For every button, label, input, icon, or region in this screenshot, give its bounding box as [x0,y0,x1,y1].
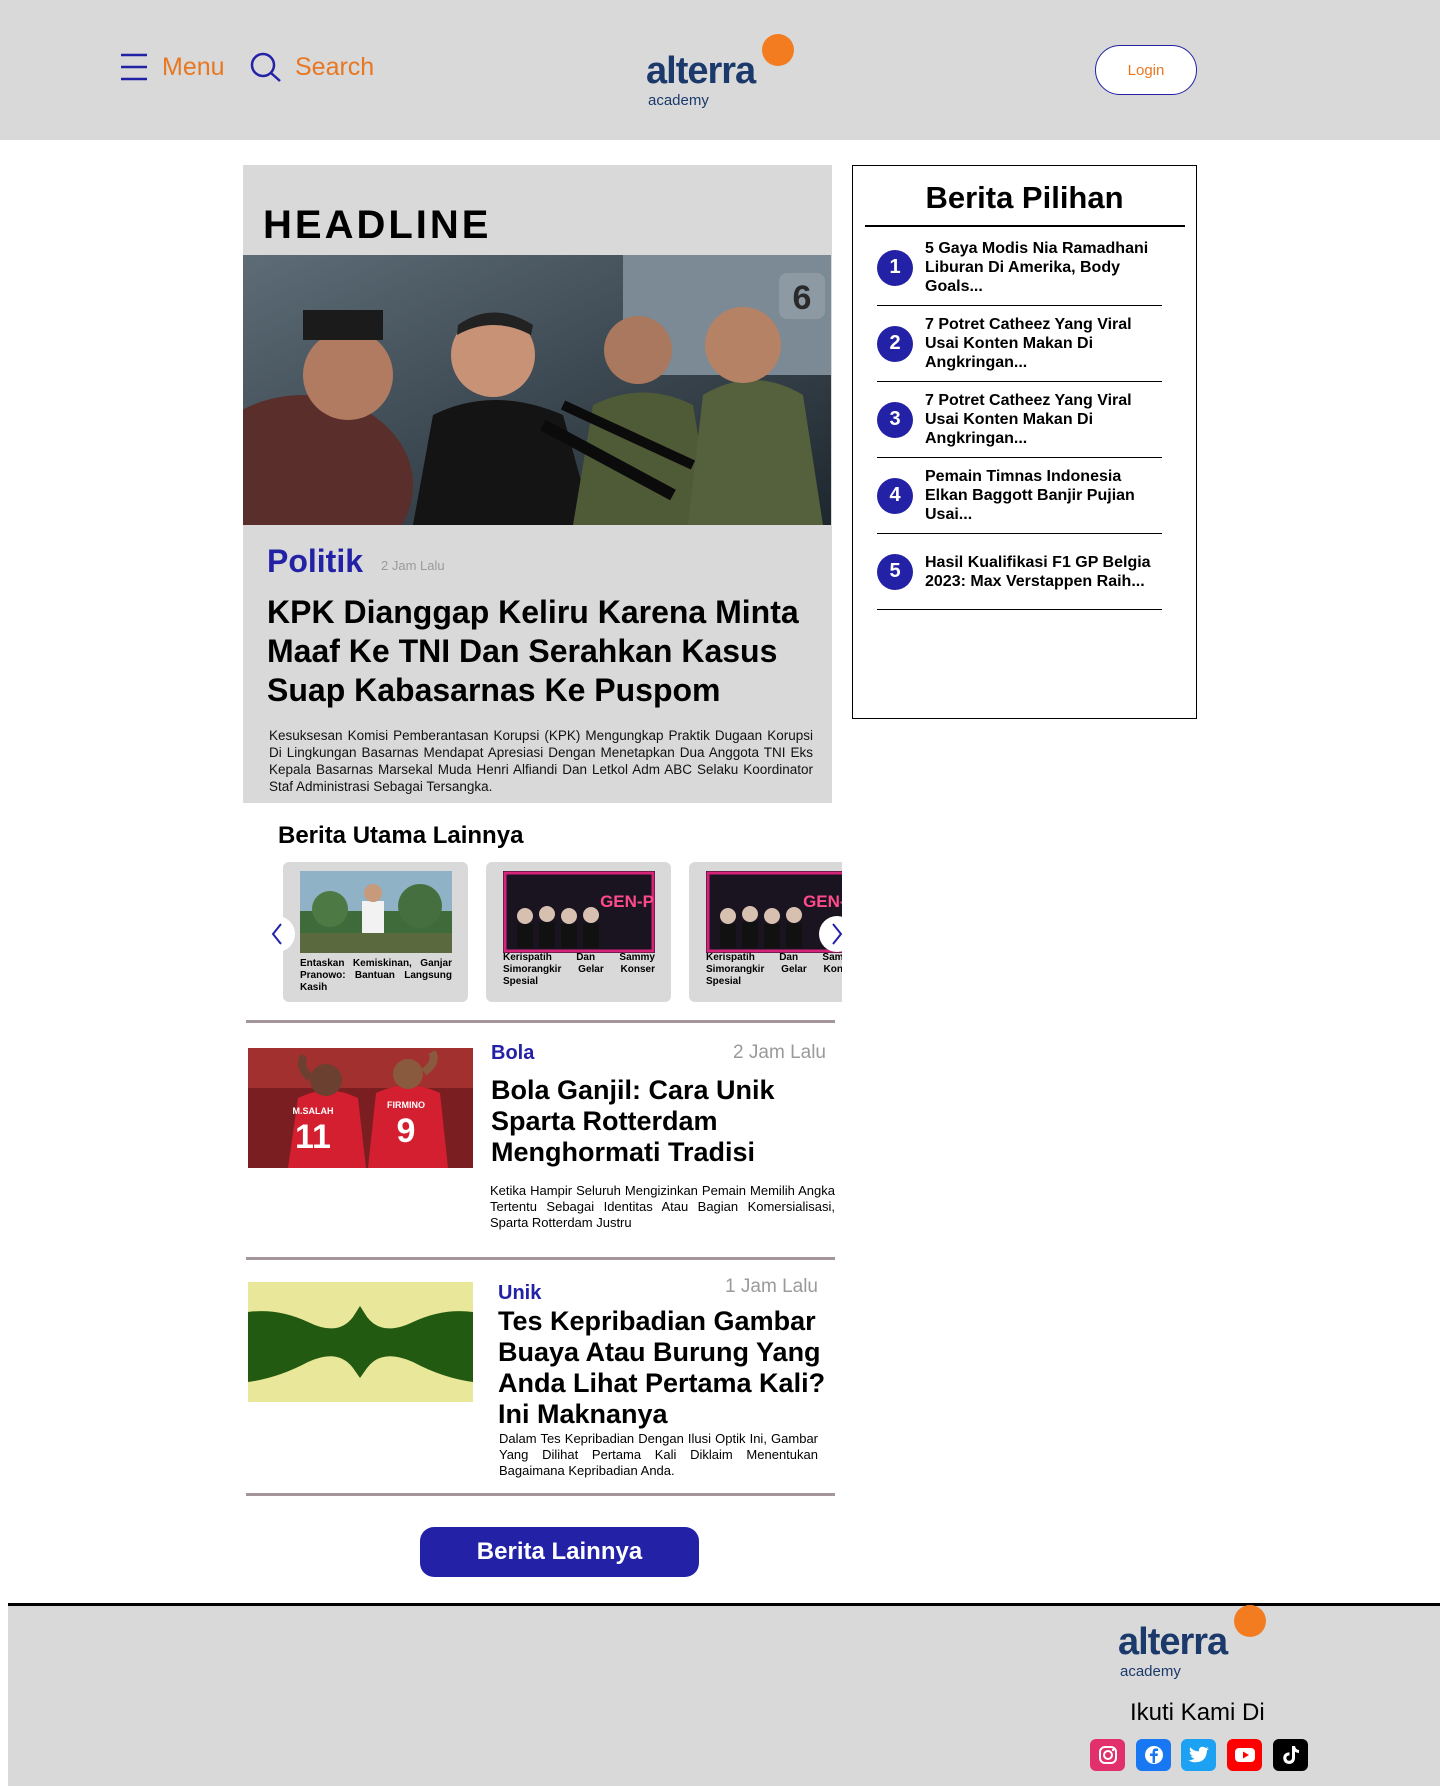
pilihan-text: 7 Potret Catheez Yang Viral Usai Konten … [925,316,1132,371]
pilihan-item[interactable]: 5 Hasil Kualifikasi F1 GP Belgia 2023: M… [877,534,1162,610]
carousel-card[interactable]: Entaskan Kemiskinan, Ganjar Pranowo: Ban… [283,862,468,1002]
instagram-button[interactable] [1090,1739,1125,1771]
logo-word: alterra [1118,1621,1228,1663]
logo-dot [762,34,794,66]
site-header: Menu Search alterra academy Login [0,0,1440,140]
news-time: 1 Jam Lalu [725,1276,818,1297]
pilihan-item[interactable]: 3 7 Potret Catheez Yang Viral Usai Konte… [877,382,1162,458]
divider [246,1020,835,1023]
news-carousel: Entaskan Kemiskinan, Ganjar Pranowo: Ban… [272,860,842,1005]
card-poster-text: GEN-P [600,892,654,911]
card-poster-text: GEN-P [803,892,842,911]
pilihan-divider [865,225,1185,227]
search-button[interactable]: Search [249,52,374,82]
youtube-icon [1234,1748,1255,1762]
pilihan-number: 3 [877,401,913,438]
news-summary: Ketika Hampir Seluruh Mengizinkan Pemain… [490,1183,835,1230]
headline-category[interactable]: Politik [267,543,363,580]
berita-utama-title: Berita Utama Lainnya [278,822,524,849]
headline-photo: 6 [243,255,831,525]
hamburger-icon [121,53,147,81]
twitter-button[interactable] [1181,1739,1216,1771]
chevron-left-icon [271,923,282,945]
headline-section-title: HEADLINE [263,203,492,247]
divider [246,1493,835,1496]
follow-label: Ikuti Kami Di [1130,1699,1265,1726]
news-time: 2 Jam Lalu [733,1042,826,1063]
pilihan-item[interactable]: 4 Pemain Timnas Indonesia Elkan Baggott … [877,458,1162,534]
pilihan-number: 1 [877,249,913,286]
berita-pilihan-panel: Berita Pilihan 1 5 Gaya Modis Nia Ramadh… [852,165,1197,719]
carousel-card[interactable]: GEN-P Kerispatih Dan Sammy Simorangkir G… [486,862,671,1002]
logo-dot [1234,1605,1266,1637]
news-image[interactable] [248,1282,473,1402]
jersey-number-left: 11 [295,1118,331,1156]
pilihan-item[interactable]: 2 7 Potret Catheez Yang Viral Usai Konte… [877,306,1162,382]
tiktok-icon [1282,1746,1299,1764]
chevron-right-icon [832,923,843,945]
pilihan-number: 4 [877,477,913,514]
pilihan-number: 5 [877,553,913,590]
logo-sub: academy [1120,1663,1181,1680]
news-category[interactable]: Unik [498,1282,541,1305]
news-title[interactable]: Tes Kepribadian Gambar Buaya Atau Burung… [498,1306,828,1430]
pilihan-item[interactable]: 1 5 Gaya Modis Nia Ramadhani Liburan Di … [877,230,1162,306]
menu-button[interactable]: Menu [120,52,225,82]
card-image: GEN-P [503,871,655,953]
tiktok-button[interactable] [1273,1739,1308,1771]
login-button[interactable]: Login [1095,45,1197,95]
pilihan-text: Hasil Kualifikasi F1 GP Belgia 2023: Max… [925,553,1151,590]
footer-logo[interactable]: alterra academy [1118,1605,1268,1685]
pilihan-text: Pemain Timnas Indonesia Elkan Baggott Ba… [925,468,1135,523]
logo-sub: academy [648,92,709,109]
card-text: Kerispatih Dan Sammy Simorangkir Gelar K… [503,952,655,987]
site-logo[interactable]: alterra academy [646,34,796,114]
headline-image-badge: 6 [793,279,812,317]
headline-section: HEADLINE 6 Politik 2 Jam Lalu KPK Diangg… [243,165,832,803]
carousel-prev-button[interactable] [259,916,295,952]
card-image [300,871,452,953]
news-image[interactable]: M.SALAH 11 FIRMINO 9 [248,1048,473,1168]
headline-image[interactable]: 6 [243,255,831,525]
card-text: Kerispatih Dan Sammy Simorangkir Gelar K… [706,952,842,987]
carousel-next-button[interactable] [819,916,855,952]
jersey-number-right: 9 [397,1112,416,1150]
twitter-icon [1188,1746,1209,1763]
berita-pilihan-title: Berita Pilihan [925,180,1124,215]
jersey-name-right: FIRMINO [387,1100,425,1110]
news-summary: Dalam Tes Kepribadian Dengan Ilusi Optik… [499,1431,818,1478]
news-category[interactable]: Bola [491,1042,534,1065]
facebook-button[interactable] [1136,1739,1171,1771]
pilihan-text: 7 Potret Catheez Yang Viral Usai Konten … [925,392,1132,447]
logo-word: alterra [646,50,756,92]
pilihan-text: 5 Gaya Modis Nia Ramadhani Liburan Di Am… [925,240,1149,295]
news-title[interactable]: Bola Ganjil: Cara Unik Sparta Rotterdam … [491,1075,831,1168]
card-text: Entaskan Kemiskinan, Ganjar Pranowo: Ban… [300,958,452,993]
instagram-icon [1098,1746,1117,1764]
headline-title[interactable]: KPK Dianggap Keliru Karena Minta Maaf Ke… [267,593,817,710]
search-label: Search [295,52,375,81]
berita-lainnya-button[interactable]: Berita Lainnya [420,1527,699,1577]
youtube-button[interactable] [1227,1739,1262,1771]
jersey-name-left: M.SALAH [293,1106,334,1116]
headline-summary: Kesuksesan Komisi Pemberantasan Korupsi … [269,728,813,794]
facebook-icon [1144,1746,1163,1764]
pilihan-number: 2 [877,325,913,362]
search-icon [250,52,281,82]
headline-time: 2 Jam Lalu [381,558,445,573]
divider [246,1257,835,1260]
menu-label: Menu [162,52,225,81]
